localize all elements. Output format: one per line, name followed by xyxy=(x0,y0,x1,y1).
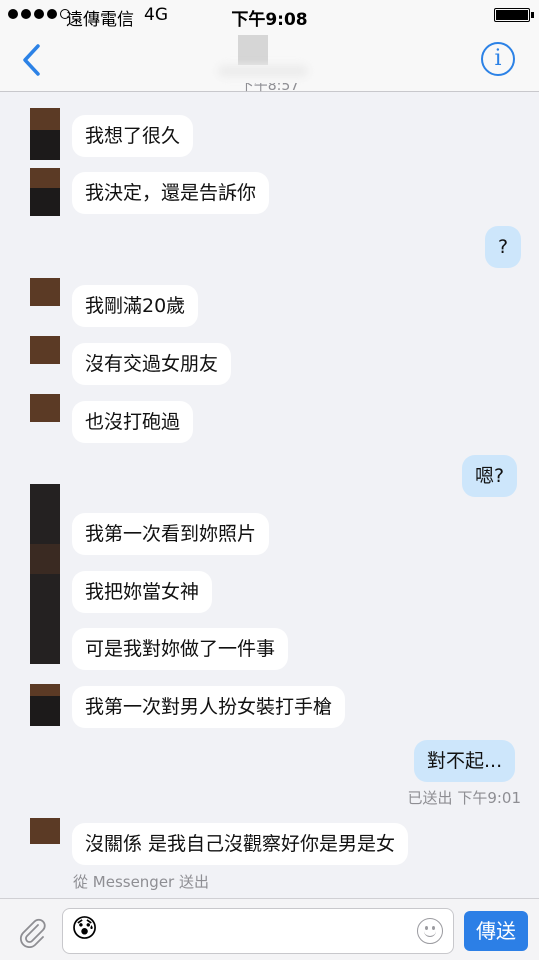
avatar[interactable] xyxy=(10,394,60,446)
typed-emoji: 😰 xyxy=(71,914,99,944)
contact-name xyxy=(218,65,308,77)
smiley-icon[interactable] xyxy=(417,918,443,944)
message-bubble-outgoing[interactable]: 對不起... xyxy=(414,740,516,782)
contact-avatar[interactable] xyxy=(238,35,268,65)
message-bubble-outgoing[interactable]: ? xyxy=(485,226,522,268)
message-bubble-incoming[interactable]: 也沒打砲過 xyxy=(72,401,194,443)
message-bubble-incoming[interactable]: 可是我對妳做了一件事 xyxy=(72,628,289,670)
message-bubble-incoming[interactable]: 我第一次對男人扮女裝打手槍 xyxy=(72,686,346,728)
avatar[interactable] xyxy=(10,278,60,330)
message-composer: 😰 傳送 xyxy=(0,898,539,960)
message-input[interactable]: 😰 xyxy=(62,908,454,954)
message-bubble-incoming[interactable]: 沒有交過女朋友 xyxy=(72,343,232,385)
message-bubble-outgoing[interactable]: 嗯? xyxy=(462,455,518,497)
paperclip-icon[interactable] xyxy=(16,916,48,949)
chat-timestamp: 下午8:57 xyxy=(239,83,300,94)
battery-icon xyxy=(494,8,534,22)
message-source: 從 Messenger 送出 xyxy=(73,873,209,891)
avatar[interactable] xyxy=(10,336,60,388)
avatar[interactable] xyxy=(10,818,60,870)
avatar[interactable] xyxy=(10,484,60,664)
message-bubble-incoming[interactable]: 我想了很久 xyxy=(72,115,194,157)
chevron-left-icon xyxy=(23,44,40,76)
message-bubble-incoming[interactable]: 我剛滿20歲 xyxy=(72,285,199,327)
info-button[interactable]: i xyxy=(481,42,515,76)
send-button[interactable]: 傳送 xyxy=(464,911,528,951)
status-time: 下午9:08 xyxy=(231,10,308,30)
message-bubble-incoming[interactable]: 我決定，還是告訴你 xyxy=(72,172,270,214)
delivery-status: 已送出 下午9:01 xyxy=(407,789,521,807)
message-bubble-incoming[interactable]: 我第一次看到妳照片 xyxy=(72,513,270,555)
avatar[interactable] xyxy=(10,108,60,160)
back-button[interactable] xyxy=(18,42,48,78)
avatar[interactable] xyxy=(10,168,60,220)
avatar[interactable] xyxy=(10,684,60,736)
message-bubble-incoming[interactable]: 我把妳當女神 xyxy=(72,571,213,613)
message-bubble-incoming[interactable]: 沒關係 是我自己沒觀察好你是男是女 xyxy=(72,823,409,865)
status-bar: 遠傳電信 4G 下午9:08 xyxy=(0,0,539,30)
